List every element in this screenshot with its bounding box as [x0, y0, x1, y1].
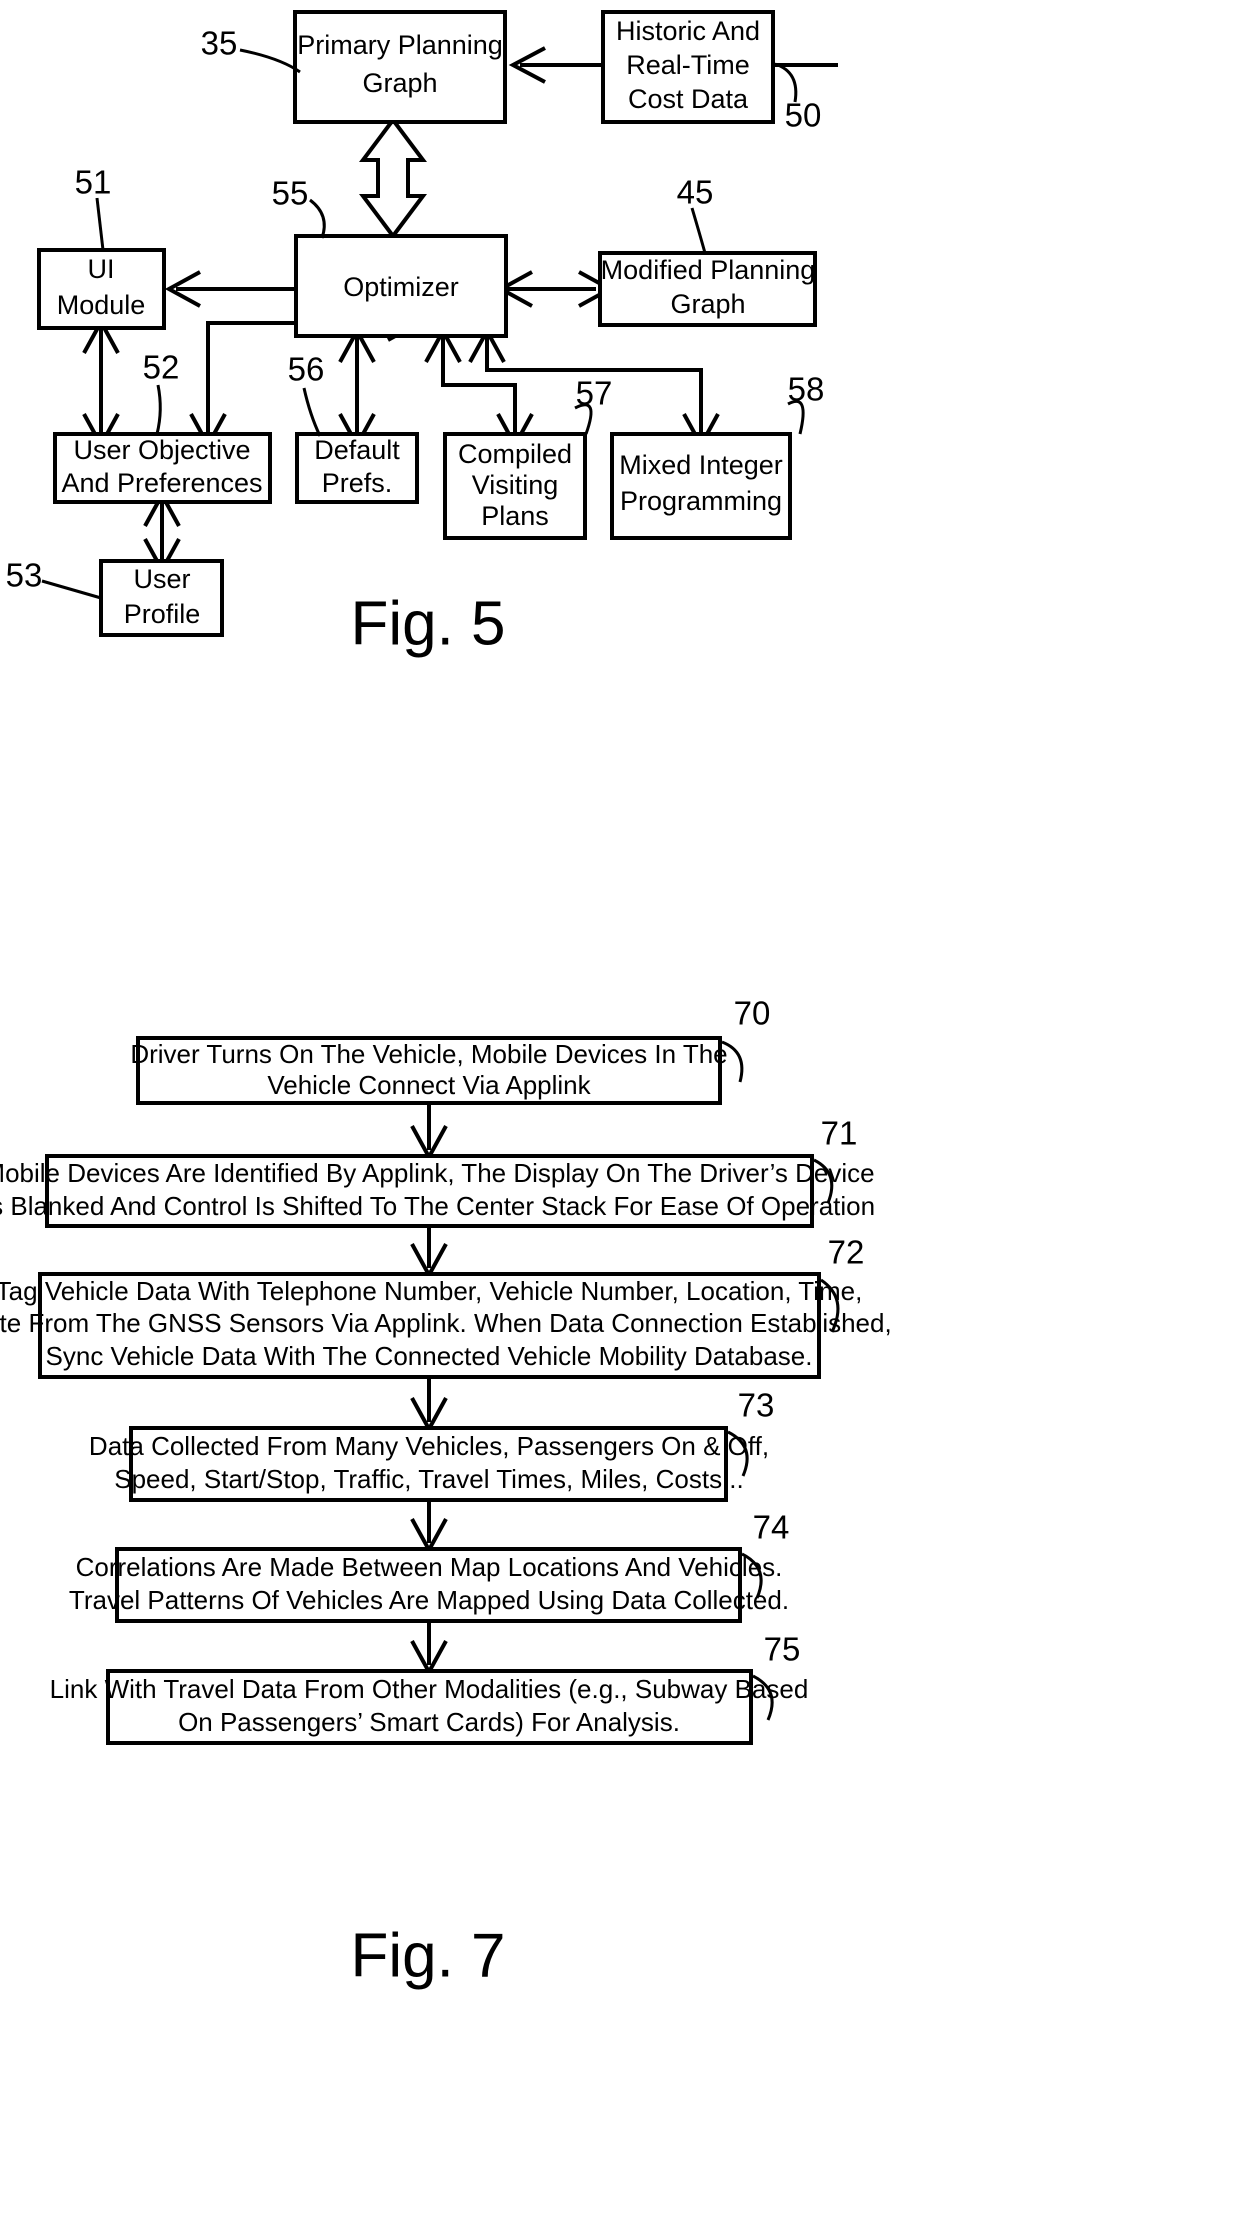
- box-modified-planning-graph-line-1: Modified Planning: [601, 255, 816, 285]
- flow-step-75-line-1: Link With Travel Data From Other Modalit…: [50, 1674, 809, 1704]
- flow-step-74: Correlations Are Made Between Map Locati…: [69, 1547, 789, 1623]
- flow-step-74-line-2: Travel Patterns Of Vehicles Are Mapped U…: [69, 1585, 789, 1615]
- box-compiled-visiting-plans: Compiled Visiting Plans: [443, 432, 587, 540]
- leader-line-45: [690, 207, 707, 254]
- box-default-prefs: Default Prefs.: [295, 432, 419, 504]
- ref-number-52: 52: [143, 349, 180, 386]
- flow-step-74-line-1: Correlations Are Made Between Map Locati…: [76, 1552, 783, 1582]
- box-compiled-visiting-plans-line-2: Visiting: [472, 470, 559, 500]
- ref-number-57: 57: [576, 375, 613, 412]
- flow-step-71-line-1: Mobile Devices Are Identified By Applink…: [0, 1158, 875, 1188]
- ref-number-72: 72: [828, 1234, 865, 1271]
- box-historic-cost-data-line-3: Cost Data: [628, 84, 749, 114]
- flow-step-72-line-2: Date From The GNSS Sensors Via Applink. …: [0, 1308, 892, 1338]
- flow-step-70: Driver Turns On The Vehicle, Mobile Devi…: [130, 1036, 728, 1105]
- box-modified-planning-graph-line-2: Graph: [670, 289, 745, 319]
- flow-step-70-line-2: Vehicle Connect Via Applink: [267, 1070, 591, 1100]
- flow-step-71-line-2: Is Blanked And Control Is Shifted To The…: [0, 1191, 875, 1221]
- box-mixed-integer-line-1: Mixed Integer: [619, 450, 783, 480]
- figure-5: Primary Planning Graph 35 Historic And R…: [6, 10, 838, 658]
- box-primary-planning-graph-line-1: Primary Planning: [297, 30, 503, 60]
- flow-step-70-line-1: Driver Turns On The Vehicle, Mobile Devi…: [130, 1039, 727, 1069]
- box-user-profile-line-1: User: [133, 564, 190, 594]
- leader-line-56: [302, 387, 322, 437]
- box-historic-cost-data-line-2: Real-Time: [626, 50, 750, 80]
- leader-line-53: [41, 579, 102, 600]
- box-primary-planning-graph: Primary Planning Graph: [293, 10, 507, 124]
- box-mixed-integer-programming: Mixed Integer Programming: [610, 432, 792, 540]
- ref-number-73: 73: [738, 1387, 775, 1424]
- leader-line-35: [239, 48, 301, 74]
- box-historic-cost-data-line-1: Historic And: [616, 16, 760, 46]
- flow-step-73-line-1: Data Collected From Many Vehicles, Passe…: [89, 1431, 769, 1461]
- box-user-objective-line-2: And Preferences: [61, 468, 262, 498]
- flow-step-72-line-1: Tag Vehicle Data With Telephone Number, …: [0, 1276, 862, 1306]
- ref-number-58: 58: [788, 371, 825, 408]
- leader-line-52: [155, 384, 162, 435]
- box-default-prefs-line-2: Prefs.: [322, 468, 393, 498]
- box-mixed-integer-line-2: Programming: [620, 486, 782, 516]
- flow-step-75-line-2: On Passengers’ Smart Cards) For Analysis…: [178, 1707, 680, 1737]
- box-user-objective-line-1: User Objective: [73, 435, 250, 465]
- leader-line-55: [309, 198, 326, 239]
- leader-line-51: [95, 197, 105, 251]
- box-historic-cost-data: Historic And Real-Time Cost Data: [601, 10, 775, 124]
- figure-7-caption: Fig. 7: [350, 1921, 505, 1990]
- box-optimizer-label: Optimizer: [343, 272, 459, 302]
- ref-number-70: 70: [734, 995, 771, 1032]
- ref-number-51: 51: [75, 164, 112, 201]
- hollow-double-arrow-primary-optimizer: [359, 116, 427, 240]
- ref-number-35: 35: [201, 25, 238, 62]
- ref-number-53: 53: [6, 557, 43, 594]
- flow-step-73-line-2: Speed, Start/Stop, Traffic, Travel Times…: [114, 1464, 744, 1494]
- ref-number-75: 75: [764, 1631, 801, 1668]
- box-ui-module: UI Module: [37, 248, 166, 330]
- box-default-prefs-line-1: Default: [314, 435, 400, 465]
- figure-7: Driver Turns On The Vehicle, Mobile Devi…: [0, 995, 892, 1991]
- figure-5-caption: Fig. 5: [350, 589, 505, 658]
- box-user-profile-line-2: Profile: [124, 599, 201, 629]
- box-compiled-visiting-plans-line-3: Plans: [481, 501, 549, 531]
- ref-number-56: 56: [288, 351, 325, 388]
- flow-step-72-line-3: Sync Vehicle Data With The Connected Veh…: [46, 1341, 813, 1371]
- box-compiled-visiting-plans-line-1: Compiled: [458, 439, 572, 469]
- box-user-profile: User Profile: [99, 559, 224, 637]
- ref-number-45: 45: [677, 174, 714, 211]
- ref-number-74: 74: [753, 1509, 790, 1546]
- flow-step-72: Tag Vehicle Data With Telephone Number, …: [0, 1272, 892, 1379]
- flow-step-71: Mobile Devices Are Identified By Applink…: [0, 1154, 875, 1228]
- box-modified-planning-graph: Modified Planning Graph: [598, 251, 817, 327]
- box-optimizer: Optimizer: [294, 234, 508, 338]
- box-primary-planning-graph-line-2: Graph: [362, 68, 437, 98]
- ref-number-71: 71: [821, 1115, 858, 1152]
- box-primary-planning-graph-rect: [293, 10, 507, 124]
- flow-step-75: Link With Travel Data From Other Modalit…: [50, 1669, 809, 1745]
- box-ui-module-line-2: Module: [57, 290, 146, 320]
- flow-step-73: Data Collected From Many Vehicles, Passe…: [89, 1426, 769, 1502]
- ref-number-55: 55: [272, 175, 309, 212]
- ref-number-50: 50: [785, 97, 822, 134]
- box-user-objective-and-preferences: User Objective And Preferences: [53, 432, 272, 504]
- box-ui-module-line-1: UI: [88, 254, 115, 284]
